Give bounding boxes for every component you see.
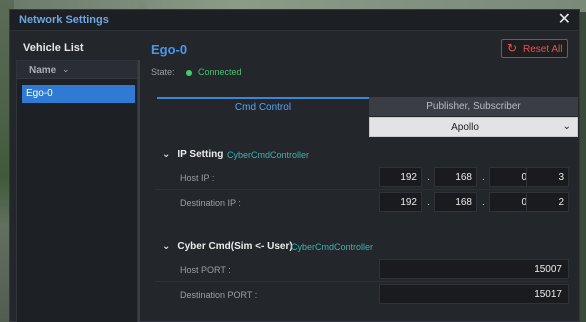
vehicle-name-title: Ego-0	[151, 42, 188, 57]
destination-ip-octet-2[interactable]: 168	[434, 192, 477, 212]
reset-all-button[interactable]: ↻ Reset All	[501, 39, 568, 58]
ip-setting-controller: CyberCmdController	[227, 150, 310, 160]
name-column-label: Name	[29, 65, 57, 76]
state-row: State: Connected	[148, 63, 573, 81]
vehicle-list-panel: Vehicle List Name ⌄ Ego-0	[16, 38, 138, 322]
chevron-down-icon: ⌄	[62, 64, 70, 74]
chevron-down-icon: ⌄	[562, 121, 571, 132]
ip-setting-title: IP Setting	[177, 149, 224, 160]
destination-port-field[interactable]: 15017	[379, 284, 569, 304]
state-value: Connected	[198, 67, 242, 77]
tab-cmd-control[interactable]: Cmd Control	[157, 97, 369, 116]
status-dot-icon	[186, 70, 192, 76]
cyber-cmd-controller: CyberCmdController	[291, 242, 374, 252]
vehicle-list-item[interactable]: Ego-0	[22, 85, 135, 103]
network-settings-window: Network Settings ✕ Vehicle List Name ⌄ E…	[9, 9, 580, 322]
host-ip-octet-4[interactable]: 3	[526, 167, 569, 187]
host-port-field[interactable]: 15007	[379, 259, 569, 279]
destination-ip-octet-1[interactable]: 192	[379, 192, 422, 212]
ip-setting-section-toggle[interactable]: ⌄ IP Setting	[162, 149, 223, 160]
host-ip-octet-2[interactable]: 168	[434, 167, 477, 187]
host-ip-label: Host IP :	[180, 173, 215, 183]
close-icon[interactable]: ✕	[558, 11, 571, 29]
ip-dot-separator: .	[482, 197, 485, 208]
destination-port-label: Destination PORT :	[180, 290, 258, 300]
cyber-cmd-section-toggle[interactable]: ⌄ Cyber Cmd(Sim <- User)	[162, 241, 293, 252]
destination-ip-label: Destination IP :	[180, 198, 241, 208]
chevron-down-icon: ⌄	[162, 241, 171, 252]
name-column-header[interactable]: Name ⌄	[17, 61, 137, 79]
tab-publisher-subscriber[interactable]: Publisher, Subscriber	[369, 97, 578, 116]
panel-divider	[138, 60, 140, 322]
vehicle-list-header: Vehicle List	[23, 42, 84, 54]
row-divider	[155, 189, 568, 190]
vehicle-list: Name ⌄ Ego-0	[16, 60, 138, 322]
state-label: State:	[151, 67, 175, 77]
row-divider	[155, 281, 568, 282]
tab-bar: Cmd Control Publisher, Subscriber	[148, 97, 578, 116]
vehicle-list-item-label: Ego-0	[26, 88, 53, 99]
window-title: Network Settings	[19, 14, 109, 26]
tab-publisher-subscriber-label: Publisher, Subscriber	[426, 101, 521, 112]
ip-dot-separator: .	[427, 172, 430, 183]
ip-dot-separator: .	[427, 197, 430, 208]
bridge-type-select[interactable]: Apollo ⌄	[369, 117, 578, 137]
chevron-down-icon: ⌄	[162, 149, 171, 160]
tab-cmd-control-label: Cmd Control	[234, 102, 292, 113]
reset-all-label: Reset All	[523, 44, 563, 55]
title-bar: Network Settings ✕	[10, 10, 579, 31]
bridge-type-value: Apollo	[451, 122, 479, 133]
ip-dot-separator: .	[482, 172, 485, 183]
vehicle-detail-panel: Ego-0 ↻ Reset All State: Connected Cmd C…	[148, 38, 578, 322]
cyber-cmd-title: Cyber Cmd(Sim <- User)	[177, 241, 293, 252]
reset-icon: ↻	[507, 41, 518, 55]
host-port-label: Host PORT :	[180, 265, 231, 275]
destination-ip-octet-4[interactable]: 2	[526, 192, 569, 212]
host-ip-octet-1[interactable]: 192	[379, 167, 422, 187]
